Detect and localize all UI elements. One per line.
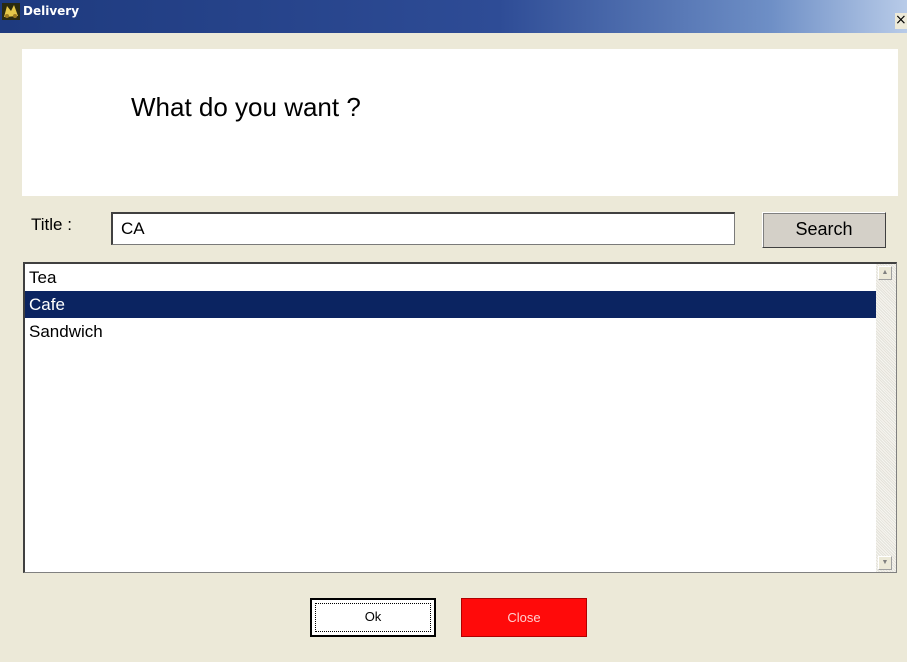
results-listbox[interactable]: Tea Cafe Sandwich ▲ ▼	[23, 262, 897, 573]
list-item-cafe[interactable]: Cafe	[25, 291, 877, 318]
prompt-panel: What do you want ?	[22, 49, 898, 196]
prompt-heading: What do you want ?	[131, 92, 361, 122]
list-item-tea[interactable]: Tea	[25, 264, 877, 291]
list-item-sandwich[interactable]: Sandwich	[25, 318, 877, 345]
close-icon[interactable]: ×	[895, 13, 907, 29]
delivery-app-icon	[2, 3, 20, 20]
close-button[interactable]: Close	[461, 598, 587, 637]
ok-button[interactable]: Ok	[310, 598, 436, 637]
window-title: Delivery	[23, 4, 80, 18]
search-button[interactable]: Search	[762, 212, 886, 248]
window-titlebar[interactable]: Delivery	[0, 0, 907, 33]
list-scrollbar[interactable]: ▲ ▼	[876, 264, 896, 572]
scroll-down-icon[interactable]: ▼	[878, 556, 892, 570]
results-list: Tea Cafe Sandwich	[25, 264, 877, 345]
scroll-up-icon[interactable]: ▲	[878, 266, 892, 280]
title-search-input[interactable]	[111, 212, 735, 245]
title-label: Title :	[31, 215, 72, 234]
